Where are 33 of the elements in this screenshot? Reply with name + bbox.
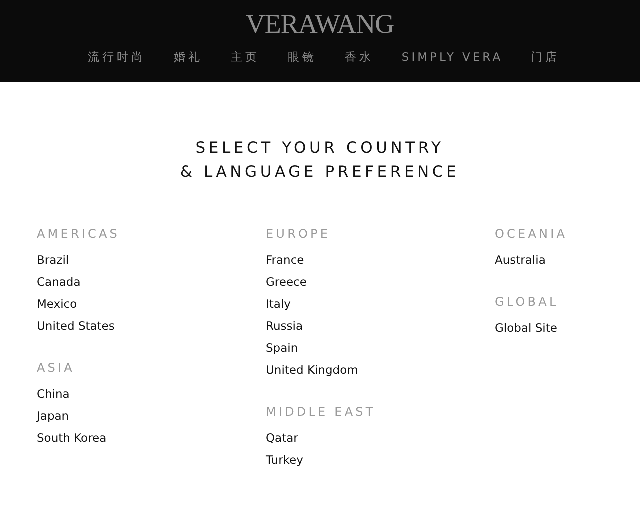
nav-link[interactable]: 门店 [531,49,560,65]
country-link[interactable]: Spain [266,337,298,359]
nav-link[interactable]: 婚礼 [174,49,203,65]
nav-link[interactable]: 眼镜 [288,49,317,65]
region-heading: MIDDLE EAST [266,404,377,420]
region-heading: EUROPE [266,226,332,242]
region-heading: ASIA [37,360,76,376]
region-heading: OCEANIA [495,226,569,242]
country-link[interactable]: United Kingdom [266,359,358,381]
nav-link[interactable]: 流行时尚 [88,49,146,65]
country-link[interactable]: South Korea [37,427,107,449]
country-link[interactable]: France [266,249,304,271]
country-link[interactable]: Japan [37,405,70,427]
nav-link[interactable]: SIMPLY VERA [402,49,504,65]
page-heading: & LANGUAGE PREFERENCE [180,162,460,183]
country-link[interactable]: Italy [266,293,291,315]
country-link[interactable]: Qatar [266,427,298,449]
logo[interactable]: VERAWANG [246,9,394,39]
country-link[interactable]: Russia [266,315,303,337]
region-heading: GLOBAL [495,294,560,310]
country-link[interactable]: China [37,383,70,405]
page-heading: SELECT YOUR COUNTRY [196,138,444,159]
country-link[interactable]: Australia [495,249,546,271]
country-link[interactable]: Turkey [266,449,304,471]
nav-link[interactable]: 香水 [344,49,374,65]
country-link[interactable]: Greece [266,271,307,293]
country-link[interactable]: Brazil [37,249,70,271]
country-link[interactable]: United States [37,315,115,337]
country-link[interactable]: Global Site [495,317,558,339]
country-link[interactable]: Mexico [37,293,78,315]
nav-link[interactable]: 主页 [230,49,260,65]
country-link[interactable]: Canada [37,271,81,293]
region-heading: AMERICAS [37,226,122,242]
